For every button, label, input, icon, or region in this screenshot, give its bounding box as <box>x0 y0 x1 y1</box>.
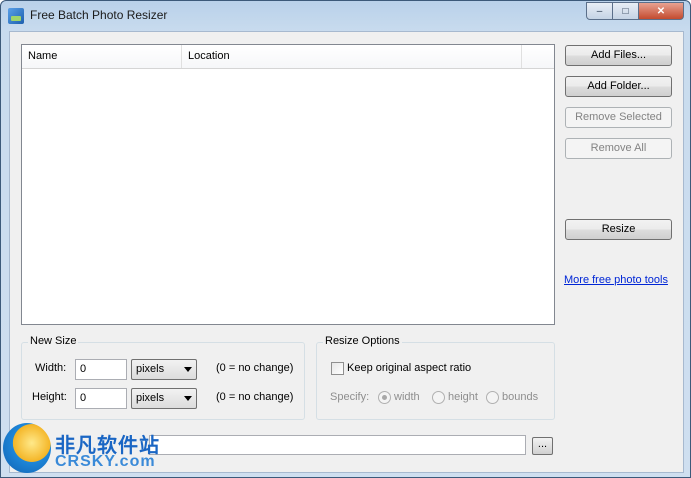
column-header-filler <box>522 45 552 68</box>
new-size-group-label: New Size <box>28 335 79 347</box>
add-files-button[interactable]: Add Files... <box>565 45 672 66</box>
resize-options-group: Resize Options Keep original aspect rati… <box>316 335 555 420</box>
resize-options-group-label: Resize Options <box>323 335 402 347</box>
remove-selected-button[interactable]: Remove Selected <box>565 107 672 128</box>
keep-aspect-label: Keep original aspect ratio <box>347 362 472 374</box>
maximize-button[interactable]: □ <box>613 2 639 20</box>
height-input[interactable]: 0 <box>75 388 127 409</box>
specify-height-radio[interactable] <box>432 391 445 404</box>
file-list[interactable]: Name Location <box>21 44 555 325</box>
browse-button[interactable]: ... <box>532 437 553 455</box>
column-header-location[interactable]: Location <box>182 45 522 68</box>
width-label: Width: <box>35 362 67 374</box>
minimize-button[interactable]: – <box>586 2 613 20</box>
chevron-down-icon <box>184 396 192 401</box>
watermark-logo: 非凡软件站 CRSKY.com <box>1 419 163 477</box>
keep-aspect-checkbox[interactable] <box>331 362 344 375</box>
caption-buttons: – □ ✕ <box>586 2 684 21</box>
watermark-text-en: CRSKY.com <box>55 453 156 470</box>
new-size-group: New Size Width: 0 pixels (0 = no change)… <box>21 335 305 420</box>
file-list-header: Name Location <box>22 45 554 69</box>
window-title: Free Batch Photo Resizer <box>30 8 168 22</box>
specify-bounds-radio[interactable] <box>486 391 499 404</box>
width-unit-value: pixels <box>136 363 165 375</box>
resize-button[interactable]: Resize <box>565 219 672 240</box>
height-hint: (0 = no change) <box>216 391 294 403</box>
app-icon <box>8 8 24 24</box>
specify-bounds-label: bounds <box>502 391 539 403</box>
specify-label: Specify: <box>330 391 370 403</box>
height-unit-value: pixels <box>136 392 165 404</box>
specify-width-label: width <box>394 391 420 403</box>
watermark-emblem <box>3 423 51 473</box>
column-header-name[interactable]: Name <box>22 45 182 68</box>
add-folder-button[interactable]: Add Folder... <box>565 76 672 97</box>
title-bar[interactable]: Free Batch Photo Resizer – □ ✕ <box>1 1 690 31</box>
chevron-down-icon <box>184 367 192 372</box>
more-tools-link[interactable]: More free photo tools <box>564 274 668 286</box>
specify-height-label: height <box>448 391 478 403</box>
specify-width-radio[interactable] <box>378 391 391 404</box>
width-input[interactable]: 0 <box>75 359 127 380</box>
height-label: Height: <box>32 391 67 403</box>
width-unit-select[interactable]: pixels <box>131 359 197 380</box>
close-button[interactable]: ✕ <box>639 2 684 20</box>
width-hint: (0 = no change) <box>216 362 294 374</box>
client-area: Name Location Add Files... Add Folder...… <box>9 31 684 473</box>
app-window: Free Batch Photo Resizer – □ ✕ Name Loca… <box>0 0 691 478</box>
remove-all-button[interactable]: Remove All <box>565 138 672 159</box>
height-unit-select[interactable]: pixels <box>131 388 197 409</box>
output-folder-input[interactable] <box>149 435 526 455</box>
